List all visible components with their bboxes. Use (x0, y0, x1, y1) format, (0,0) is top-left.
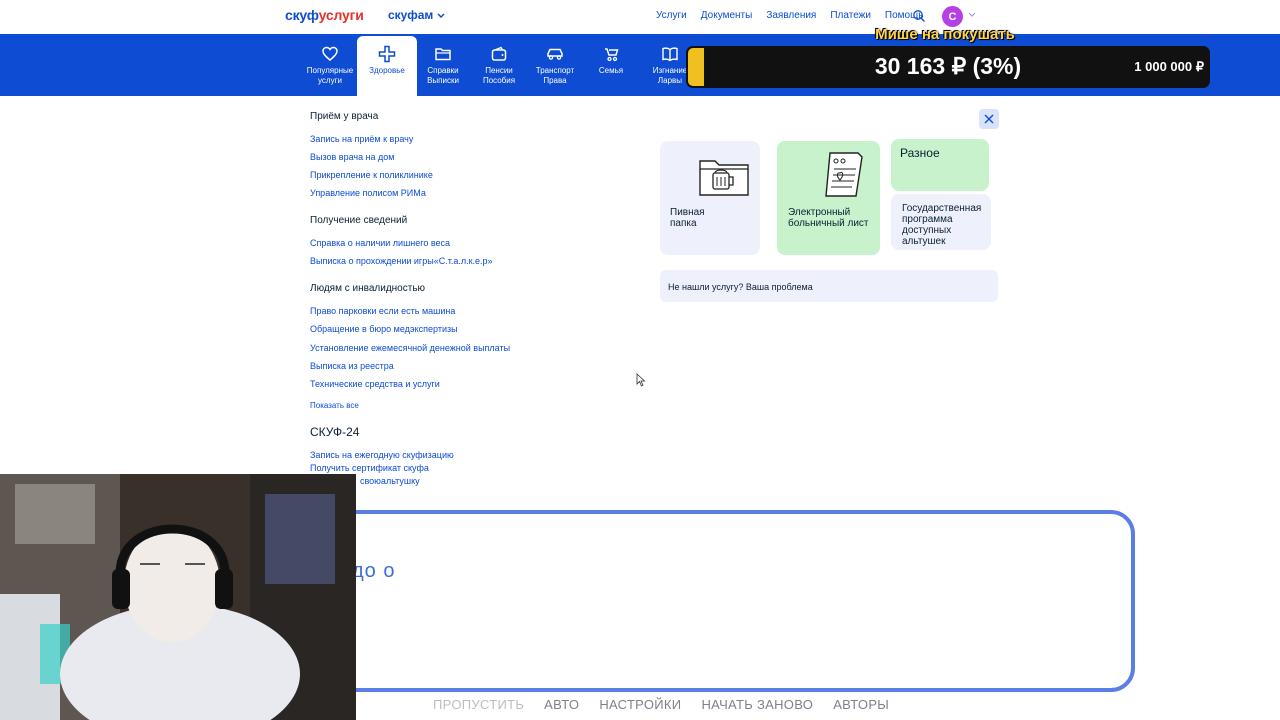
service-link[interactable]: Вызов врача на дом (310, 152, 395, 162)
medical-cross-icon (378, 45, 396, 63)
not-found-text: Не нашли услугу? Ваша проблема (668, 282, 813, 292)
category-health[interactable]: Здоровье (357, 36, 417, 96)
service-link[interactable]: Установление ежемесячной денежной выплат… (310, 343, 510, 353)
top-nav: Услуги Документы Заявления Платежи Помощ… (656, 10, 924, 21)
category-label: Ларвы (657, 76, 683, 85)
card-label: Пивная папка (670, 207, 705, 229)
category-label: Здоровье (369, 66, 405, 75)
mouse-cursor-icon (636, 373, 646, 387)
document-icon (825, 152, 863, 197)
category-pensions[interactable]: Пенсии Пособия (469, 36, 529, 94)
close-button[interactable] (979, 109, 999, 129)
category-label: Пенсии (485, 66, 513, 75)
nav-services[interactable]: Услуги (656, 10, 687, 21)
menu-auto[interactable]: АВТО (544, 697, 579, 712)
category-label: Выписки (427, 76, 459, 85)
dialog-box[interactable] (320, 510, 1135, 692)
card-label: Государственная программа доступных альт… (902, 203, 982, 247)
close-icon (984, 114, 994, 124)
chevron-down-icon (437, 13, 445, 19)
webcam-image (0, 474, 356, 720)
nav-payments[interactable]: Платежи (830, 10, 871, 21)
service-link[interactable]: Технические средства и услуги (310, 379, 440, 389)
section-title: Получение сведений (310, 215, 408, 226)
donation-goal: 1 000 000 ₽ (1134, 59, 1204, 74)
service-link[interactable]: Выписка о прохождении игры«С.т.а.л.к.е.р… (310, 256, 493, 266)
dialog-text: до о (352, 560, 396, 582)
book-icon (662, 47, 678, 62)
avatar[interactable]: С (942, 6, 963, 27)
nav-applications[interactable]: Заявления (766, 10, 816, 21)
service-link[interactable]: Запись на приём к врачу (310, 134, 413, 144)
card-label: Разное (900, 146, 940, 160)
service-link[interactable]: Прикрепление к поликлинике (310, 170, 433, 180)
not-found-banner[interactable]: Не нашли услугу? Ваша проблема (660, 270, 998, 302)
search-icon[interactable] (912, 9, 926, 23)
menu-skip[interactable]: ПРОПУСТИТЬ (433, 697, 524, 712)
nav-documents[interactable]: Документы (701, 10, 753, 21)
stroller-icon (605, 48, 619, 62)
category-transport[interactable]: Транспорт Права (525, 36, 585, 94)
category-label: услуги (318, 76, 342, 85)
category-label: Популярные (306, 66, 354, 75)
logo-part-one: скуф (285, 7, 319, 23)
section-title: Приём у врача (310, 111, 379, 122)
service-link[interactable]: Получить сертификат скуфа (310, 463, 429, 473)
webcam-overlay (0, 474, 356, 720)
service-link[interactable]: Запись на ежегодную скуфизацию (310, 450, 454, 460)
heart-icon (322, 46, 338, 61)
service-link[interactable]: Выписка из реестра (310, 361, 394, 371)
show-all-link[interactable]: Показать все (310, 401, 359, 410)
logo-part-two: услуги (318, 7, 364, 23)
service-link[interactable]: Справка о наличии лишнего веса (310, 238, 450, 248)
category-popular[interactable]: Популярные услуги (300, 36, 360, 94)
category-label: Транспорт (535, 66, 575, 75)
car-icon (547, 48, 563, 60)
family-switch[interactable]: скуфам (388, 8, 445, 22)
category-label: Справки (427, 66, 459, 75)
category-label: Изгнание (652, 66, 688, 75)
menu-authors[interactable]: АВТОРЫ (833, 697, 889, 712)
category-label: Пособия (482, 76, 516, 85)
wallet-icon (491, 46, 507, 61)
chevron-down-icon[interactable] (968, 12, 976, 18)
service-link[interactable]: Право парковки если есть машина (310, 306, 455, 316)
category-certificates[interactable]: Справки Выписки (413, 36, 473, 94)
menu-settings[interactable]: НАСТРОЙКИ (599, 697, 681, 712)
category-label: Права (543, 76, 567, 85)
category-family[interactable]: Семья (581, 36, 641, 94)
section-title: Людям с инвалидностью (310, 283, 426, 294)
donation-title: Мише на покушать (875, 26, 1015, 43)
menu-restart[interactable]: НАЧАТЬ ЗАНОВО (701, 697, 813, 712)
section-title: СКУФ-24 (310, 425, 360, 439)
service-link[interactable]: своюальтушку (360, 476, 420, 486)
service-link[interactable]: Обращение в бюро медэкспертизы (310, 324, 458, 334)
family-label: скуфам (388, 8, 434, 22)
service-link[interactable]: Управление полисом РИМа (310, 188, 426, 198)
beer-folder-icon (699, 160, 749, 196)
folder-icon (435, 48, 451, 61)
bottom-menu: ПРОПУСТИТЬ АВТО НАСТРОЙКИ НАЧАТЬ ЗАНОВО … (433, 697, 889, 712)
card-label: Электронный больничный лист (788, 207, 869, 229)
category-label: Семья (598, 66, 624, 75)
site-logo[interactable]: скуфуслуги (285, 7, 364, 23)
